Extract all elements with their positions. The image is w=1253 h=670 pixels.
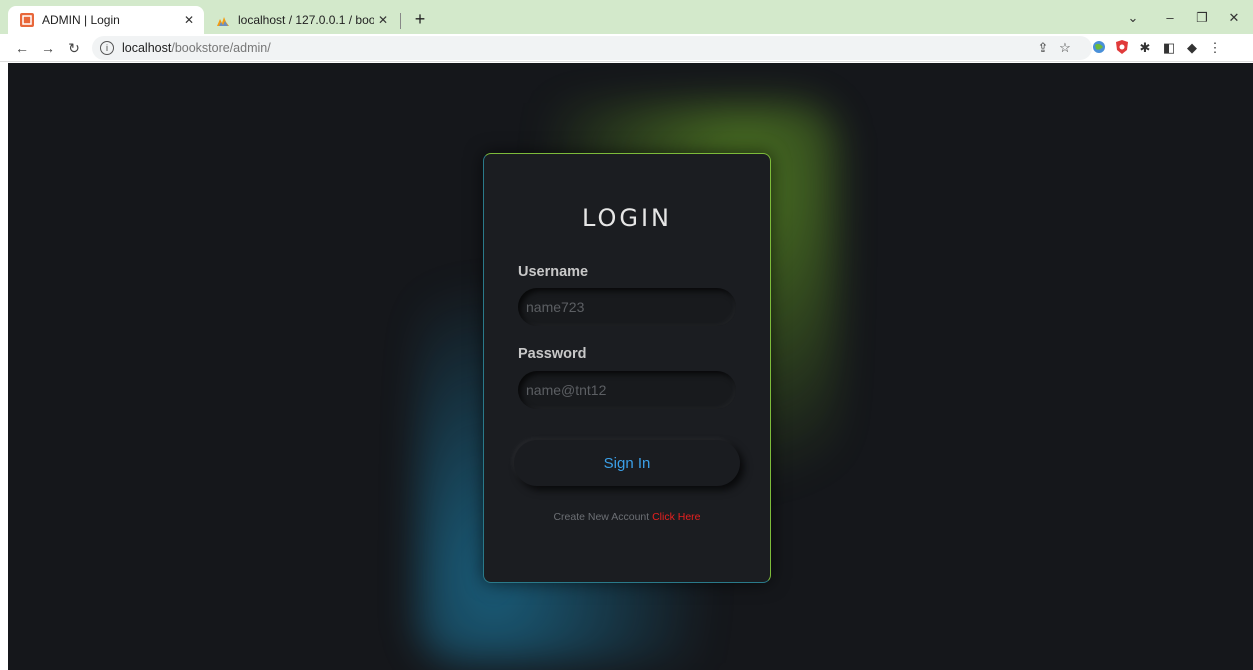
media-control-icon[interactable]: ◆: [1183, 39, 1201, 57]
tab-strip: ADMIN | Login ✕ localhost / 127.0.0.1 / …: [0, 0, 1253, 34]
password-input[interactable]: [518, 371, 736, 409]
close-tab-icon[interactable]: ✕: [374, 11, 392, 29]
tab-admin-login[interactable]: ADMIN | Login ✕: [8, 6, 204, 34]
username-label: Username: [518, 264, 589, 280]
menu-kebab-icon[interactable]: ⋮: [1206, 39, 1224, 57]
back-arrow-icon[interactable]: ←: [12, 38, 32, 58]
tab-title: ADMIN | Login: [42, 13, 120, 27]
forward-arrow-icon[interactable]: →: [38, 38, 58, 58]
bookmark-star-icon[interactable]: ☆: [1056, 39, 1074, 57]
address-bar[interactable]: i localhost/bookstore/admin/: [92, 36, 1092, 60]
url-host: localhost: [122, 41, 172, 55]
close-tab-icon[interactable]: ✕: [180, 11, 198, 29]
close-window-icon[interactable]: ✕: [1224, 8, 1244, 28]
extension-shield-icon[interactable]: [1113, 39, 1131, 57]
login-title: LOGIN: [581, 204, 673, 232]
password-label: Password: [518, 346, 587, 362]
side-panel-icon[interactable]: ◧: [1160, 39, 1178, 57]
tab-title: localhost / 127.0.0.1 / bookstore: [238, 13, 374, 27]
extension-globe-icon[interactable]: [1090, 39, 1108, 57]
reload-icon[interactable]: ↻: [64, 38, 84, 58]
create-account-text: Create New Account: [553, 511, 650, 523]
tab-separator: [400, 13, 401, 29]
tab-search-chevron-icon[interactable]: ⌄: [1123, 8, 1143, 28]
page-viewport: LOGIN Username Password Sign In Create N…: [8, 63, 1253, 670]
site-info-icon[interactable]: i: [100, 41, 114, 55]
username-input[interactable]: [518, 288, 736, 326]
url-path: /bookstore/admin/: [171, 41, 271, 55]
new-tab-plus-icon[interactable]: +: [410, 10, 430, 30]
login-card: LOGIN Username Password Sign In Create N…: [483, 153, 771, 583]
sign-in-button[interactable]: Sign In: [514, 440, 740, 486]
extensions-puzzle-icon[interactable]: ✱: [1136, 39, 1154, 57]
tab-phpmyadmin[interactable]: localhost / 127.0.0.1 / bookstore ✕: [208, 6, 398, 34]
create-account-line: Create New Account Click Here: [484, 511, 770, 523]
click-here-link[interactable]: Click Here: [652, 511, 700, 523]
browser-toolbar: ← → ↻ i localhost/bookstore/admin/ ⇪ ☆ ✱…: [0, 34, 1253, 62]
minimize-icon[interactable]: –: [1160, 8, 1180, 28]
restore-icon[interactable]: ❐: [1192, 8, 1212, 28]
admin-favicon-icon: [20, 13, 34, 27]
share-icon[interactable]: ⇪: [1034, 39, 1052, 57]
phpmyadmin-favicon-icon: [216, 13, 230, 27]
